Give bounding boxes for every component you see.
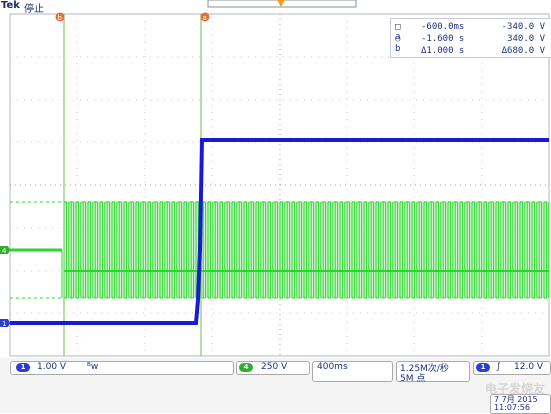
record-length: 5M 点 xyxy=(400,374,426,384)
trigger-level: 12.0 V xyxy=(514,362,544,372)
oscilloscope-screen: Tek 停止 4 1 b a □ a -600.0ms -340.0 V ○ b… xyxy=(0,0,551,414)
graticule-grid xyxy=(10,14,549,356)
svg-text:b: b xyxy=(58,14,63,22)
timebase-scale: 400ms xyxy=(317,362,348,372)
ch4-waveform xyxy=(10,201,550,299)
svg-text:4: 4 xyxy=(2,247,7,255)
ch4-scale: 250 V xyxy=(261,362,288,372)
date-time-box: 7 7月 2015 11:07:56 xyxy=(490,394,551,414)
ch1-bw-icon: ᴮw xyxy=(87,362,99,372)
sample-rate-box[interactable]: 1.25M次/秒 5M 点 xyxy=(396,361,470,384)
delta-volt: Δ680.0 V xyxy=(501,46,545,56)
cursor-b-tag[interactable]: b xyxy=(55,12,65,23)
svg-text:a: a xyxy=(203,14,207,22)
ch1-status-box[interactable]: 1 1.00 V ᴮw xyxy=(10,361,234,375)
ch4-badge: 4 xyxy=(239,363,253,372)
cursor-b-volt: 340.0 V xyxy=(507,34,545,44)
waveform-display: 4 1 b a xyxy=(0,0,550,357)
trigger-source-badge: 1 xyxy=(476,363,490,372)
cursor-a-volt: -340.0 V xyxy=(501,22,545,32)
trigger-slope-icon: ∫ xyxy=(496,362,501,372)
ch4-status-box[interactable]: 4 250 V xyxy=(236,361,310,375)
ch1-badge: 1 xyxy=(16,363,30,372)
ch4-ground-marker[interactable]: 4 xyxy=(0,246,10,255)
bottom-status-panel: 1 1.00 V ᴮw 4 250 V 400ms 1.25M次/秒 5M 点 … xyxy=(0,358,551,414)
delta-time: Δ1.000 s xyxy=(421,46,465,56)
trigger-box[interactable]: 1 ∫ 12.0 V xyxy=(473,361,551,375)
cursor-b-time: -1.600 s xyxy=(421,34,465,44)
ch1-ground-marker[interactable]: 1 xyxy=(0,319,10,328)
ch1-scale: 1.00 V xyxy=(37,362,67,372)
cursor-a-tag[interactable]: a xyxy=(200,12,210,23)
watermark-logo: 电子发烧友 xyxy=(484,382,545,396)
cursor-a-time: -600.0ms xyxy=(421,22,465,32)
timebase-box[interactable]: 400ms xyxy=(312,361,393,382)
time-label: 11:07:56 xyxy=(494,403,530,412)
svg-text:1: 1 xyxy=(2,320,6,328)
cursor-readout: □ a -600.0ms -340.0 V ○ b -1.600 s 340.0… xyxy=(390,18,551,58)
